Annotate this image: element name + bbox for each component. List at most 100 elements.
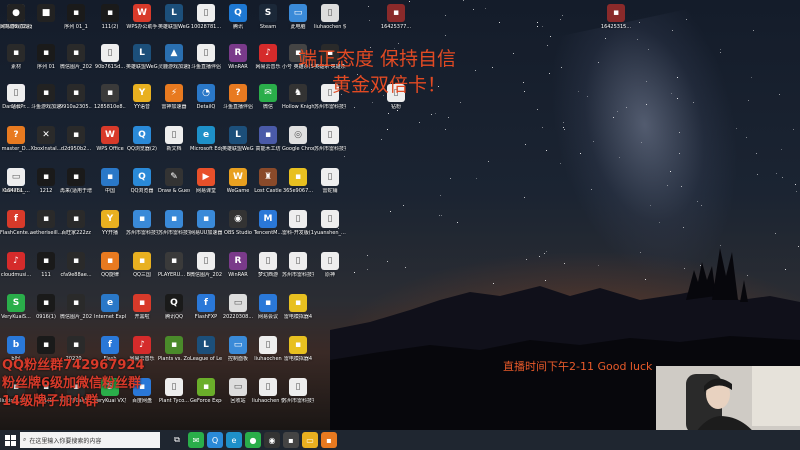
- desktop-icon[interactable]: ▪ 苏州市雷科技实验: [158, 210, 190, 250]
- desktop-icon[interactable]: ▯ 原神: [314, 252, 346, 292]
- desktop-icon[interactable]: ▯ 雷蛇铺: [314, 168, 346, 208]
- desktop-icon[interactable]: ▯ liuhaochen 快捷方式: [252, 378, 284, 418]
- app-icon[interactable]: ▪: [283, 432, 299, 448]
- desktop-icon[interactable]: ▯ 90b7615d...: [94, 44, 126, 84]
- desktop-icon[interactable]: ▪ 斗鱼游戏加速: [30, 84, 62, 124]
- desktop-icon[interactable]: L 英雄联盟WeGame版: [158, 4, 190, 44]
- desktop-icon[interactable]: ▪ 16425315...: [600, 4, 632, 44]
- desktop-icon[interactable]: ▯ 站长: [0, 84, 32, 124]
- desktop-icon[interactable]: M TencentM...: [252, 210, 284, 250]
- desktop-icon[interactable]: ◉ OBS Studio: [222, 210, 254, 250]
- desktop-icon[interactable]: ♪ 网易云音乐: [252, 44, 284, 84]
- desktop-icon[interactable]: ▭ 回收站: [222, 378, 254, 418]
- desktop-icon[interactable]: f FlashFXP: [190, 294, 222, 334]
- desktop-icon[interactable]: Q 腾讯: [222, 4, 254, 44]
- desktop-icon[interactable]: S Steam: [252, 4, 284, 44]
- desktop-icon[interactable]: R WinRAR: [222, 44, 254, 84]
- taskbar-search-box[interactable]: ⌕ 在这里输入你要搜索的内容: [20, 432, 160, 448]
- task-view-icon[interactable]: ⧉: [169, 432, 185, 448]
- desktop-icon[interactable]: ▪ 微信图片_2021102...: [60, 44, 92, 84]
- edge-icon[interactable]: e: [226, 432, 242, 448]
- desktop-icon[interactable]: ⚡ 雷神加速器: [158, 84, 190, 124]
- desktop-icon[interactable]: ◎ Google Chrome: [282, 126, 314, 166]
- desktop-icon[interactable]: ✕ XboxInstal...: [30, 126, 62, 166]
- desktop-icon[interactable]: ▭ 此电脑: [282, 4, 314, 44]
- desktop-icon[interactable]: ▪ 开黑啦: [126, 294, 158, 334]
- desktop-icon[interactable]: S VeryKuaiS...: [0, 294, 32, 334]
- desktop-icon[interactable]: ▪ 16425377...: [380, 4, 412, 44]
- desktop-icon[interactable]: ▪ 111: [30, 252, 62, 292]
- desktop-icon[interactable]: ▪ GeForce Experience: [190, 378, 222, 418]
- desktop-icon[interactable]: Q QQ浏览器: [126, 168, 158, 208]
- desktop-icon[interactable]: ▪ 百旺家222zz: [60, 210, 92, 250]
- desktop-icon[interactable]: ▭ 20220308...: [222, 294, 254, 334]
- desktop-icon[interactable]: ▪ 1212: [30, 168, 62, 208]
- desktop-icon[interactable]: e Internet Explorer: [94, 294, 126, 334]
- desktop-icon[interactable]: ? master_D...: [0, 126, 32, 166]
- desktop-icon[interactable]: ▯ 10028781...: [190, 4, 222, 44]
- desktop-icon[interactable]: ▪ 序列 01_1: [60, 4, 92, 44]
- desktop-icon[interactable]: ▪ PLAYERU... BATTLEGR...: [158, 252, 190, 292]
- desktop-icon[interactable]: ▯ yuanshen_...: [314, 210, 346, 250]
- desktop-icon[interactable]: ▪ 9910a2305...: [60, 84, 92, 124]
- desktop-icon[interactable]: ▪ 111(2): [94, 4, 126, 44]
- desktop-icon[interactable]: ▪ cfa9e88ae...: [60, 252, 92, 292]
- desktop-icon[interactable]: Y YY开播: [94, 210, 126, 250]
- chat-icon[interactable]: ●: [245, 432, 261, 448]
- desktop-icon[interactable]: e Microsoft Edge: [190, 126, 222, 166]
- desktop-icon[interactable]: ▯ liuhaochen 快捷方式(2): [314, 4, 346, 44]
- desktop-icon[interactable]: ▪ 1285810e8...: [94, 84, 126, 124]
- desktop-icon[interactable]: ▪ 再来(适用于增强...: [60, 168, 92, 208]
- desktop-icon[interactable]: ▯ liuhaochen: [252, 336, 284, 376]
- desktop-icon[interactable]: ▪ 素材: [0, 44, 32, 84]
- desktop-icon[interactable]: ♪ cloudmusi...: [0, 252, 32, 292]
- start-button[interactable]: [0, 430, 20, 450]
- desktop-icon[interactable]: ▪ QQ旋律: [94, 252, 126, 292]
- desktop-icon[interactable]: ▪ 雷电模拟器4: [282, 294, 314, 334]
- desktop-icon[interactable]: ▯ Plant Tyco...: [158, 378, 190, 418]
- obs-icon[interactable]: ◉: [264, 432, 280, 448]
- desktop-icon[interactable]: f FlashCente...: [0, 210, 32, 250]
- desktop-icon[interactable]: Y YY语音: [126, 84, 158, 124]
- desktop-icon[interactable]: ▯ 新文档: [158, 126, 190, 166]
- desktop-icon[interactable]: ? 斗鱼直播伴侣: [222, 84, 254, 124]
- desktop-icon[interactable]: ▪ d2d950b2...: [60, 126, 92, 166]
- desktop-icon[interactable]: ▯ 苏州市雷科技实验: [282, 378, 314, 418]
- desktop-icon[interactable]: ▪ 中国: [94, 168, 126, 208]
- desktop-icon[interactable]: ◔ DetailQ: [190, 84, 222, 124]
- desktop-icon[interactable]: L 英雄联盟WeGame版: [222, 126, 254, 166]
- desktop-icon[interactable]: ▪ 苏州市雷科技实验: [126, 210, 158, 250]
- desktop-icon[interactable]: ♜ Lost Castle: [252, 168, 284, 208]
- desktop-icon[interactable]: L League of Legends: [190, 336, 222, 376]
- desktop-icon[interactable]: Q 腾讯QQ: [158, 294, 190, 334]
- desktop-icon[interactable]: ▪ 高能木工坊: [252, 126, 284, 166]
- desktop-icon[interactable]: ▪ Plants vs. Zombies G...: [158, 336, 190, 376]
- desktop-icon[interactable]: ■: [30, 4, 62, 44]
- desktop-icon[interactable]: ▶ 网易课堂: [190, 168, 222, 208]
- desktop-icon[interactable]: Q QQ浏览器(2): [126, 126, 158, 166]
- desktop-icon[interactable]: ● 网易游戏加速器: [0, 4, 32, 44]
- desktop-icon[interactable]: ▯ 梦幻西游: [252, 252, 284, 292]
- desktop-icon[interactable]: ▯ 雷科-开发版(1): [282, 210, 314, 250]
- desktop-icon[interactable]: ▪ 网易会议: [252, 294, 284, 334]
- desktop-icon[interactable]: ✎ Draw & Guess: [158, 168, 190, 208]
- desktop-icon[interactable]: W WPS办公助手: [126, 4, 158, 44]
- desktop-icon[interactable]: ▪ 序列 01: [30, 44, 62, 84]
- media-icon[interactable]: ▪: [321, 432, 337, 448]
- desktop-icon[interactable]: ▪ 微信图片_2021111...: [60, 294, 92, 334]
- qq-browser-icon[interactable]: Q: [207, 432, 223, 448]
- desktop-icon[interactable]: ♞ Hollow Knight: [282, 84, 314, 124]
- desktop-icon[interactable]: R WinRAR: [222, 252, 254, 292]
- desktop-icon[interactable]: ▪ 0916(1): [30, 294, 62, 334]
- desktop-icon[interactable]: ✉ 微信: [252, 84, 284, 124]
- desktop-icon[interactable]: ▯ 苏州市雷科技实验: [314, 126, 346, 166]
- wechat-icon[interactable]: ✉: [188, 432, 204, 448]
- desktop-icon[interactable]: W WeGame: [222, 168, 254, 208]
- desktop-icon[interactable]: ▪ QQ三国: [126, 252, 158, 292]
- desktop-icon[interactable]: ▯ 斗鱼直播伴侣: [190, 44, 222, 84]
- desktop-icon[interactable]: ▯ 微信图片_2022011...: [190, 252, 222, 292]
- desktop-icon[interactable]: ▯ 苏州市雷科技实验: [282, 252, 314, 292]
- desktop-icon[interactable]: ▲ 灵鹿游戏加速器: [158, 44, 190, 84]
- desktop-icon[interactable]: ▭ 控制面板: [222, 336, 254, 376]
- desktop-icon[interactable]: W WPS Office: [94, 126, 126, 166]
